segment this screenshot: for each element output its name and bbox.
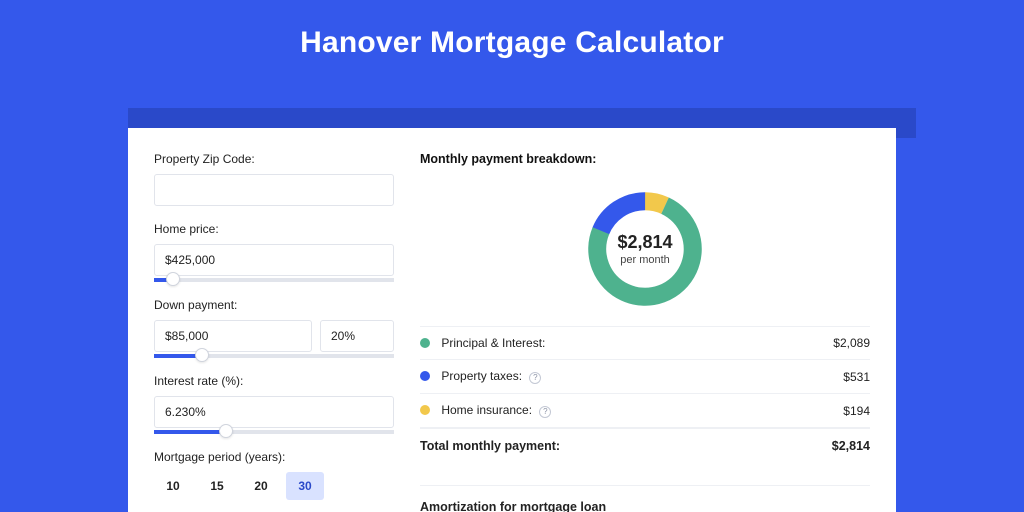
down-payment-slider[interactable] [154, 354, 394, 358]
page-title: Hanover Mortgage Calculator [0, 0, 1024, 82]
zip-label: Property Zip Code: [154, 152, 394, 166]
period-option-10[interactable]: 10 [154, 472, 192, 500]
info-icon[interactable]: ? [539, 406, 551, 418]
breakdown-text: Property taxes: [441, 369, 522, 383]
period-option-30[interactable]: 30 [286, 472, 324, 500]
breakdown-label: Property taxes: ? [420, 369, 541, 384]
interest-rate-slider-thumb[interactable] [219, 424, 233, 438]
legend-dot-taxes [420, 371, 430, 381]
zip-input[interactable] [154, 174, 394, 206]
breakdown-heading: Monthly payment breakdown: [420, 152, 870, 166]
down-payment-percent-input[interactable]: 20% [320, 320, 394, 352]
mortgage-period-options: 10 15 20 30 [154, 472, 394, 500]
donut-center: $2,814 per month [582, 186, 708, 312]
interest-rate-label: Interest rate (%): [154, 374, 394, 388]
input-form: Property Zip Code: Home price: $425,000 … [154, 152, 394, 512]
home-price-group: Home price: $425,000 [154, 222, 394, 282]
breakdown-value: $531 [843, 370, 870, 384]
donut-chart-wrap: $2,814 per month [420, 176, 870, 326]
breakdown-value: $194 [843, 404, 870, 418]
down-payment-row: $85,000 20% [154, 320, 394, 352]
info-icon[interactable]: ? [529, 372, 541, 384]
mortgage-period-group: Mortgage period (years): 10 15 20 30 [154, 450, 394, 500]
breakdown-text: Principal & Interest: [441, 336, 545, 350]
interest-rate-group: Interest rate (%): 6.230% [154, 374, 394, 434]
donut-chart: $2,814 per month [582, 186, 708, 312]
breakdown-label: Principal & Interest: [420, 336, 545, 350]
donut-center-sub: per month [620, 254, 670, 266]
breakdown-total-label: Total monthly payment: [420, 439, 560, 453]
mortgage-period-label: Mortgage period (years): [154, 450, 394, 464]
breakdown-total-value: $2,814 [832, 439, 870, 453]
breakdown-row-taxes: Property taxes: ? $531 [420, 360, 870, 394]
home-price-input[interactable]: $425,000 [154, 244, 394, 276]
breakdown-list: Principal & Interest: $2,089 Property ta… [420, 326, 870, 467]
breakdown-label: Home insurance: ? [420, 403, 551, 418]
legend-dot-principal [420, 338, 430, 348]
calculator-panel: Property Zip Code: Home price: $425,000 … [128, 128, 896, 512]
donut-center-value: $2,814 [617, 232, 672, 253]
interest-rate-slider[interactable] [154, 430, 394, 434]
amortization-section: Amortization for mortgage loan Amortizat… [420, 485, 870, 512]
legend-dot-insurance [420, 405, 430, 415]
period-option-20[interactable]: 20 [242, 472, 280, 500]
amortization-heading: Amortization for mortgage loan [420, 500, 870, 512]
down-payment-amount-input[interactable]: $85,000 [154, 320, 312, 352]
zip-group: Property Zip Code: [154, 152, 394, 206]
breakdown-value: $2,089 [833, 336, 870, 350]
interest-rate-input[interactable]: 6.230% [154, 396, 394, 428]
down-payment-slider-thumb[interactable] [195, 348, 209, 362]
breakdown-row-insurance: Home insurance: ? $194 [420, 394, 870, 428]
home-price-label: Home price: [154, 222, 394, 236]
breakdown-panel: Monthly payment breakdown: $2,814 per mo… [420, 152, 870, 512]
breakdown-row-principal: Principal & Interest: $2,089 [420, 327, 870, 360]
period-option-15[interactable]: 15 [198, 472, 236, 500]
breakdown-total-row: Total monthly payment: $2,814 [420, 428, 870, 467]
home-price-slider-thumb[interactable] [166, 272, 180, 286]
interest-rate-slider-fill [154, 430, 226, 434]
page: Hanover Mortgage Calculator Property Zip… [0, 0, 1024, 512]
down-payment-label: Down payment: [154, 298, 394, 312]
home-price-slider[interactable] [154, 278, 394, 282]
breakdown-text: Home insurance: [441, 403, 532, 417]
down-payment-group: Down payment: $85,000 20% [154, 298, 394, 358]
